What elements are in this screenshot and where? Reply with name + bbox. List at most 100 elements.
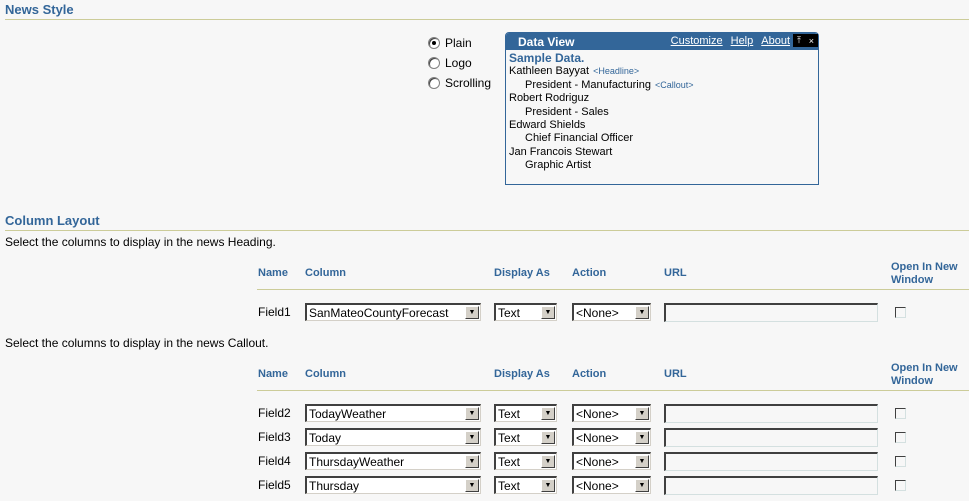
data-view-entry: Kathleen Bayyat <Headline> [509,65,815,78]
header-column: Column [305,267,346,279]
action-select[interactable]: <None> ▼ [572,476,651,494]
dropdown-arrow-icon[interactable]: ▼ [465,455,479,468]
select-value: TodayWeather [309,406,387,421]
radio-label: Logo [445,56,472,70]
header-name: Name [258,368,288,380]
display-as-select[interactable]: Text ▼ [494,476,557,494]
dropdown-arrow-icon[interactable]: ▼ [635,306,649,319]
entry-text: Edward Shields [509,119,586,132]
column-layout-title: Column Layout [5,213,100,228]
entry-text: President - Sales [525,105,609,118]
entry-text: Jan Francois Stewart [509,145,613,158]
header-action: Action [572,368,607,380]
open-new-window-checkbox[interactable] [895,432,906,443]
data-view-header: Data View Customize Help About ⤒ × [506,33,818,50]
callout-instruction: Select the columns to display in the new… [5,336,269,350]
dropdown-arrow-icon[interactable]: ▼ [635,407,649,420]
radio-button-icon[interactable] [428,57,440,69]
help-link[interactable]: Help [731,35,754,47]
data-view-entry: Graphic Artist [509,159,815,172]
field-name: Field5 [258,478,291,492]
url-input[interactable] [664,452,878,471]
radio-logo[interactable]: Logo [428,55,472,71]
entry-text: President - Manufacturing [525,78,651,91]
header-divider [257,390,969,391]
select-value: SanMateoCountyForecast [309,305,449,320]
data-view-preview: Data View Customize Help About ⤒ × Sampl… [505,32,819,185]
open-new-window-checkbox[interactable] [895,456,906,467]
entry-text: Robert Rodriguz [509,92,590,105]
action-select[interactable]: <None> ▼ [572,452,651,470]
open-new-window-checkbox[interactable] [895,408,906,419]
column-select[interactable]: ThursdayWeather ▼ [305,452,481,470]
close-icon[interactable]: × [809,36,814,46]
column-select[interactable]: Thursday ▼ [305,476,481,494]
pin-icon[interactable]: ⤒ [797,35,801,46]
radio-plain[interactable]: Plain [428,35,472,51]
data-view-entry: President - Manufacturing <Callout> [509,79,815,92]
customize-link[interactable]: Customize [671,35,723,47]
dropdown-arrow-icon[interactable]: ▼ [541,306,555,319]
select-value: <None> [576,430,619,445]
dropdown-arrow-icon[interactable]: ▼ [465,306,479,319]
display-as-select[interactable]: Text ▼ [494,428,557,446]
dropdown-arrow-icon[interactable]: ▼ [541,407,555,420]
header-url: URL [664,267,687,279]
heading-instruction: Select the columns to display in the new… [5,235,276,249]
select-value: <None> [576,305,619,320]
dropdown-arrow-icon[interactable]: ▼ [465,407,479,420]
open-new-window-checkbox[interactable] [895,307,906,318]
header-action: Action [572,267,607,279]
dropdown-arrow-icon[interactable]: ▼ [635,455,649,468]
select-value: Text [498,305,521,320]
action-select[interactable]: <None> ▼ [572,303,651,321]
open-new-window-checkbox[interactable] [895,480,906,491]
field-name: Field4 [258,454,291,468]
action-select[interactable]: <None> ▼ [572,404,651,422]
display-as-select[interactable]: Text ▼ [494,452,557,470]
news-style-divider [5,19,969,20]
select-value: ThursdayWeather [309,454,405,469]
dropdown-arrow-icon[interactable]: ▼ [541,479,555,492]
dropdown-arrow-icon[interactable]: ▼ [465,479,479,492]
sample-data-title: Sample Data. [509,51,585,65]
url-input[interactable] [664,476,878,495]
header-column: Column [305,368,346,380]
select-value: Text [498,430,521,445]
select-value: Thursday [309,478,360,493]
url-input[interactable] [664,428,878,447]
field-name: Field3 [258,430,291,444]
action-select[interactable]: <None> ▼ [572,428,651,446]
dropdown-arrow-icon[interactable]: ▼ [541,455,555,468]
dropdown-arrow-icon[interactable]: ▼ [541,431,555,444]
select-value: <None> [576,406,619,421]
select-value: Text [498,406,521,421]
radio-label: Plain [445,36,472,50]
column-select[interactable]: SanMateoCountyForecast ▼ [305,303,481,321]
url-input[interactable] [664,303,878,322]
column-layout-divider [5,230,969,231]
radio-label: Scrolling [445,76,492,90]
dropdown-arrow-icon[interactable]: ▼ [635,431,649,444]
column-select[interactable]: TodayWeather ▼ [305,404,481,422]
radio-scrolling[interactable]: Scrolling [428,75,491,91]
header-open-new-window: Open In New [891,362,958,374]
display-as-select[interactable]: Text ▼ [494,404,557,422]
display-as-select[interactable]: Text ▼ [494,303,557,321]
header-open-new-window-line2: Window [891,274,934,286]
url-input[interactable] [664,404,878,423]
header-open-new-window: Open In New [891,261,958,273]
entry-tag: <Callout> [654,79,694,90]
select-value: <None> [576,454,619,469]
select-value: Today [309,430,342,445]
header-url: URL [664,368,687,380]
entry-text: Kathleen Bayyat [509,65,590,78]
radio-button-icon[interactable] [428,77,440,89]
header-divider [257,289,969,290]
dropdown-arrow-icon[interactable]: ▼ [635,479,649,492]
dropdown-arrow-icon[interactable]: ▼ [465,431,479,444]
about-link[interactable]: About [761,35,790,47]
entry-text: Graphic Artist [525,159,592,172]
radio-button-icon[interactable] [428,37,440,49]
column-select[interactable]: Today ▼ [305,428,481,446]
